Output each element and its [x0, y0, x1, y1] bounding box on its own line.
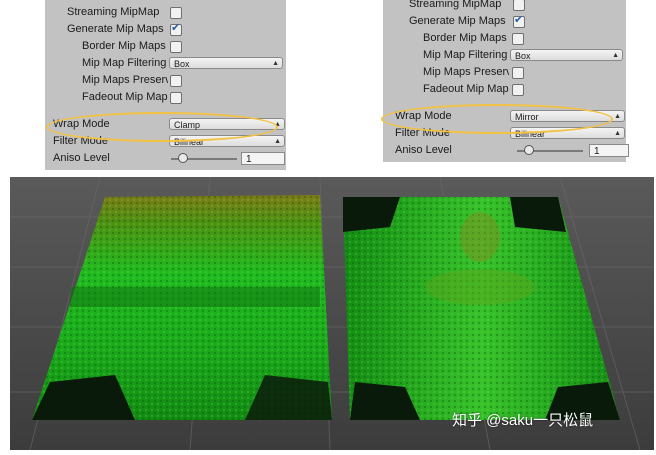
streaming-mipmap-checkbox[interactable] [170, 7, 182, 19]
streaming-mipmap-row: Streaming MipMap [67, 4, 285, 21]
aniso-slider-knob[interactable] [178, 153, 188, 163]
mipmap-filtering-value: Box [174, 59, 190, 69]
fadeout-mipmaps-label: Fadeout Mip Maps [423, 83, 509, 95]
border-mipmaps-row: Border Mip Maps [82, 38, 285, 55]
aniso-slider-knob[interactable] [524, 145, 534, 155]
mipmaps-preserve-label: Mip Maps Preserve [82, 74, 168, 86]
scene-view[interactable]: 知乎 @saku一只松鼠 [10, 176, 654, 451]
aniso-level-label: Aniso Level [395, 144, 452, 156]
dropdown-arrow-icon: ▲︎ [272, 60, 279, 67]
mipmap-filtering-label: Mip Map Filtering [423, 49, 508, 61]
generate-mipmaps-label: Generate Mip Maps [67, 23, 164, 35]
border-mipmaps-label: Border Mip Maps [82, 40, 166, 52]
generate-mipmaps-label: Generate Mip Maps [409, 15, 506, 27]
streaming-mipmap-label: Streaming MipMap [67, 6, 160, 18]
dropdown-arrow-icon: ▲︎ [614, 130, 621, 137]
mipmap-filtering-dropdown[interactable]: Box ▲︎ [510, 49, 623, 61]
dropdown-arrow-icon: ▲︎ [612, 52, 619, 59]
border-mipmaps-checkbox[interactable] [170, 41, 182, 53]
wrap-mode-highlight [46, 112, 278, 142]
generate-mipmaps-checkbox[interactable] [513, 12, 525, 29]
generate-mipmaps-checkbox[interactable] [170, 20, 182, 37]
border-mipmaps-label: Border Mip Maps [423, 32, 507, 44]
fadeout-mipmaps-row: Fadeout Mip Maps [423, 81, 625, 98]
inspector-panel-mirror: Streaming MipMap Generate Mip Maps Borde… [381, 0, 629, 162]
inspector-panel-clamp: Streaming MipMap Generate Mip Maps Borde… [45, 0, 286, 170]
fadeout-mipmaps-checkbox[interactable] [512, 84, 524, 96]
mipmaps-preserve-checkbox[interactable] [512, 67, 524, 79]
border-mipmaps-row: Border Mip Maps [423, 30, 625, 47]
watermark-text: 知乎 @saku一只松鼠 [452, 412, 594, 429]
aniso-level-label: Aniso Level [53, 152, 110, 164]
aniso-level-row: Aniso Level 1 [53, 150, 285, 167]
dropdown-arrow-icon: ▲︎ [274, 138, 281, 145]
aniso-level-row: Aniso Level 1 [395, 142, 629, 159]
generate-mipmaps-row: Generate Mip Maps [67, 20, 285, 38]
mipmap-filtering-label: Mip Map Filtering [82, 57, 167, 69]
streaming-mipmap-label: Streaming MipMap [409, 0, 502, 10]
fadeout-mipmaps-label: Fadeout Mip Maps [82, 91, 168, 103]
mipmaps-preserve-row: Mip Maps Preserve [423, 64, 625, 81]
fadeout-mipmaps-checkbox[interactable] [170, 92, 182, 104]
aniso-level-field[interactable]: 1 [589, 144, 629, 157]
fadeout-mipmaps-row: Fadeout Mip Maps [82, 89, 285, 106]
aniso-level-field[interactable]: 1 [241, 152, 285, 165]
mipmap-filtering-dropdown[interactable]: Box ▲︎ [169, 57, 283, 69]
streaming-mipmap-checkbox[interactable] [513, 0, 525, 11]
dropdown-arrow-icon: ▲︎ [614, 113, 621, 120]
mipmaps-preserve-checkbox[interactable] [170, 75, 182, 87]
mipmap-filtering-value: Box [515, 51, 531, 61]
wrap-mode-highlight [381, 104, 613, 134]
border-mipmaps-checkbox[interactable] [512, 33, 524, 45]
mipmaps-preserve-row: Mip Maps Preserve [82, 72, 285, 89]
generate-mipmaps-row: Generate Mip Maps [409, 12, 625, 30]
mipmap-filtering-row: Mip Map Filtering Box ▲︎ [423, 47, 625, 64]
mipmaps-preserve-label: Mip Maps Preserve [423, 66, 509, 78]
mipmap-filtering-row: Mip Map Filtering Box ▲︎ [82, 55, 285, 72]
